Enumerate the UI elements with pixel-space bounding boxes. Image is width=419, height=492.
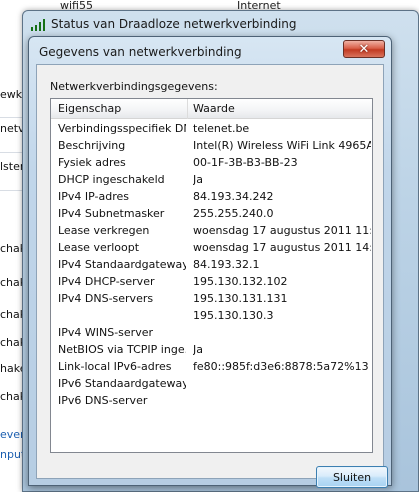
column-header-property[interactable]: Eigenschap bbox=[58, 102, 121, 115]
list-row[interactable]: IPv4 DHCP-server 195.130.132.102 bbox=[51, 273, 372, 290]
value-cell: 255.255.240.0 bbox=[193, 207, 274, 220]
list-row[interactable]: Lease verloopt woensdag 17 augustus 2011 … bbox=[51, 239, 372, 256]
list-row[interactable]: DHCP ingeschakeld Ja bbox=[51, 171, 372, 188]
value-cell: Intel(R) Wireless WiFi Link 4965AGN bbox=[193, 139, 371, 152]
details-dialog: Gegevens van netwerkverbinding ✕ Netwerk… bbox=[28, 36, 392, 488]
value-cell: 00-1F-3B-B3-BB-23 bbox=[193, 156, 298, 169]
value-cell: 195.130.132.102 bbox=[193, 275, 288, 288]
value-cell: 195.130.130.3 bbox=[193, 309, 274, 322]
property-cell: Link-local IPv6-adres bbox=[58, 360, 172, 373]
list-row[interactable]: Fysiek adres 00-1F-3B-B3-BB-23 bbox=[51, 154, 372, 171]
property-cell: IPv6 Standaardgateway bbox=[58, 377, 186, 390]
value-cell: 84.193.32.1 bbox=[193, 258, 260, 271]
list-row[interactable]: NetBIOS via TCPIP inge... Ja bbox=[51, 341, 372, 358]
value-cell: telenet.be bbox=[193, 122, 250, 135]
property-cell: Fysiek adres bbox=[58, 156, 126, 169]
property-cell: NetBIOS via TCPIP inge... bbox=[58, 343, 186, 356]
property-cell: IPv4 DHCP-server bbox=[58, 275, 155, 288]
dialog-title: Gegevens van netwerkverbinding bbox=[39, 45, 242, 59]
column-header-value[interactable]: Waarde bbox=[193, 102, 235, 115]
list-row[interactable]: IPv6 DNS-server bbox=[51, 392, 372, 409]
list-row[interactable]: IPv4 IP-adres 84.193.34.242 bbox=[51, 188, 372, 205]
property-cell: Beschrijving bbox=[58, 139, 126, 152]
status-window-title: Status van Draadloze netwerkverbinding bbox=[51, 17, 297, 31]
list-row[interactable]: IPv4 DNS-servers 195.130.131.131 bbox=[51, 290, 372, 307]
property-cell: Lease verloopt bbox=[58, 241, 140, 254]
wireless-signal-icon bbox=[31, 18, 47, 31]
value-cell: 195.130.131.131 bbox=[193, 292, 288, 305]
value-cell: Ja bbox=[193, 343, 203, 356]
value-cell: fe80::985f:d3e6:8878:5a72%13 bbox=[193, 360, 369, 373]
list-row[interactable]: 195.130.130.3 bbox=[51, 307, 372, 324]
property-cell: IPv4 Standaardgateway bbox=[58, 258, 186, 271]
dialog-client-area: Netwerkverbindingsgegevens: Eigenschap W… bbox=[36, 64, 388, 488]
list-row[interactable]: Beschrijving Intel(R) Wireless WiFi Link … bbox=[51, 137, 372, 154]
list-row[interactable]: Link-local IPv6-adres fe80::985f:d3e6:887… bbox=[51, 358, 372, 375]
status-window-titlebar[interactable]: Status van Draadloze netwerkverbinding bbox=[23, 11, 418, 37]
property-cell: Lease verkregen bbox=[58, 224, 150, 237]
close-icon: ✕ bbox=[358, 41, 370, 57]
sluiten-button[interactable]: Sluiten bbox=[316, 466, 388, 488]
list-rows: Verbindingsspecifiek DN... telenet.be Bes… bbox=[51, 120, 372, 409]
property-cell: DHCP ingeschakeld bbox=[58, 173, 165, 186]
property-cell: IPv4 IP-adres bbox=[58, 190, 129, 203]
property-cell: IPv4 WINS-server bbox=[58, 326, 154, 339]
section-label: Netwerkverbindingsgegevens: bbox=[50, 80, 218, 93]
close-button[interactable]: ✕ bbox=[343, 40, 385, 58]
value-cell: 84.193.34.242 bbox=[193, 190, 274, 203]
column-divider[interactable] bbox=[187, 99, 188, 119]
property-cell: Verbindingsspecifiek DN... bbox=[58, 122, 186, 135]
list-row[interactable]: IPv4 Standaardgateway 84.193.32.1 bbox=[51, 256, 372, 273]
list-header: Eigenschap Waarde bbox=[51, 99, 372, 119]
details-list[interactable]: Eigenschap Waarde Verbindingsspecifiek D… bbox=[50, 98, 373, 453]
list-row[interactable]: IPv4 Subnetmasker 255.255.240.0 bbox=[51, 205, 372, 222]
property-cell: IPv4 Subnetmasker bbox=[58, 207, 165, 220]
value-cell: woensdag 17 augustus 2011 14:47:06 bbox=[193, 241, 371, 254]
list-row[interactable]: IPv6 Standaardgateway bbox=[51, 375, 372, 392]
property-cell: IPv4 DNS-servers bbox=[58, 292, 154, 305]
list-row[interactable]: Lease verkregen woensdag 17 augustus 2011… bbox=[51, 222, 372, 239]
property-cell: IPv6 DNS-server bbox=[58, 394, 148, 407]
list-row[interactable]: Verbindingsspecifiek DN... telenet.be bbox=[51, 120, 372, 137]
value-cell: Ja bbox=[193, 173, 203, 186]
value-cell: woensdag 17 augustus 2011 11:17:06 bbox=[193, 224, 371, 237]
list-row[interactable]: IPv4 WINS-server bbox=[51, 324, 372, 341]
